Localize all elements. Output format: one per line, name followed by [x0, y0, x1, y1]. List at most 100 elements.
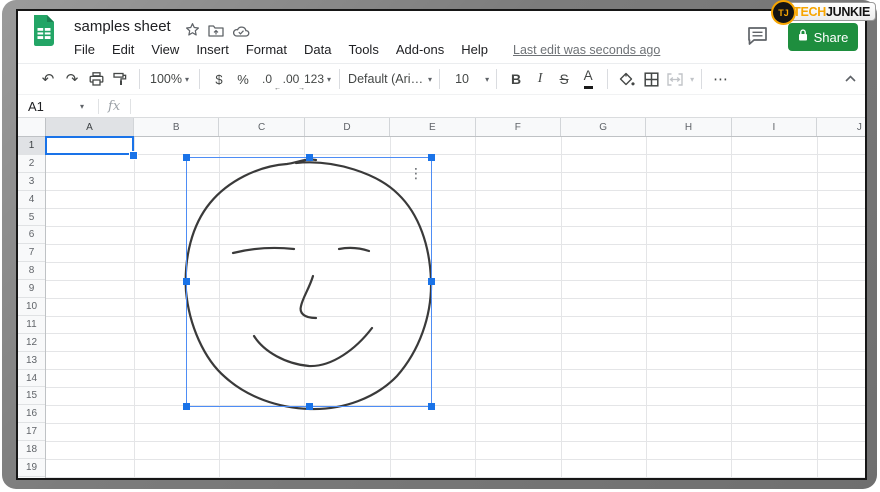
google-sheets-logo-icon — [32, 15, 56, 51]
print-button[interactable] — [85, 67, 107, 91]
resize-handle-nw[interactable] — [183, 154, 190, 161]
menu-item-edit[interactable]: Edit — [112, 42, 134, 57]
select-all-corner[interactable] — [18, 118, 46, 137]
resize-handle-n[interactable] — [306, 154, 313, 161]
resize-handle-ne[interactable] — [428, 154, 435, 161]
lock-icon — [798, 29, 808, 45]
document-title[interactable]: samples sheet — [74, 18, 171, 35]
paint-format-button[interactable] — [109, 67, 131, 91]
column-header-G[interactable]: G — [561, 118, 646, 136]
decrease-decimal-button[interactable]: .0← — [256, 67, 278, 91]
zoom-select[interactable]: 100%▾ — [148, 67, 191, 91]
drawing-selection-box[interactable] — [186, 157, 432, 407]
resize-handle-se[interactable] — [428, 403, 435, 410]
row-header-20[interactable]: 20 — [18, 477, 45, 478]
row-header-5[interactable]: 5 — [18, 209, 45, 227]
column-header-J[interactable]: J — [817, 118, 865, 136]
undo-button[interactable]: ↶ — [37, 67, 59, 91]
comment-history-icon[interactable] — [747, 26, 769, 51]
share-button-label: Share — [814, 30, 849, 45]
resize-handle-w[interactable] — [183, 278, 190, 285]
row-header-8[interactable]: 8 — [18, 262, 45, 280]
font-family-select[interactable]: Default (Ari… — [348, 67, 424, 91]
italic-button[interactable]: I — [529, 67, 551, 91]
menu-item-insert[interactable]: Insert — [196, 42, 229, 57]
fill-handle[interactable] — [129, 151, 138, 160]
column-headers: ABCDEFGHIJ — [46, 118, 865, 137]
techjunkie-badge: TECHJUNKIE — [783, 2, 876, 21]
row-header-19[interactable]: 19 — [18, 459, 45, 477]
column-header-E[interactable]: E — [390, 118, 475, 136]
redo-button[interactable]: ↷ — [61, 67, 83, 91]
row-header-1[interactable]: 1 — [18, 137, 45, 155]
chevron-down-icon: ▾ — [428, 75, 432, 84]
row-header-6[interactable]: 6 — [18, 226, 45, 244]
menu-item-format[interactable]: Format — [246, 42, 287, 57]
toolbar: ↶ ↷ 100%▾ $ % .0← .00→ 123▾ Default (Ari… — [18, 63, 865, 95]
fill-color-button[interactable] — [616, 67, 638, 91]
bold-button[interactable]: B — [505, 67, 527, 91]
brand-name-left: TECH — [793, 5, 826, 19]
fx-icon: fx — [108, 99, 120, 114]
row-header-16[interactable]: 16 — [18, 405, 45, 423]
merge-cells-button[interactable] — [664, 67, 686, 91]
app-window: samples sheet File Edit View Insert Form… — [16, 9, 867, 480]
menu-item-data[interactable]: Data — [304, 42, 331, 57]
column-header-F[interactable]: F — [476, 118, 561, 136]
share-button[interactable]: Share — [788, 23, 858, 51]
borders-button[interactable] — [640, 67, 662, 91]
column-header-C[interactable]: C — [219, 118, 304, 136]
column-header-A[interactable]: A — [46, 118, 134, 136]
more-toolbar-button[interactable]: ⋯ — [710, 67, 732, 91]
row-header-2[interactable]: 2 — [18, 155, 45, 173]
row-header-7[interactable]: 7 — [18, 244, 45, 262]
text-color-button[interactable]: A — [577, 67, 599, 91]
increase-decimal-button[interactable]: .00→ — [280, 67, 302, 91]
chevron-down-icon[interactable]: ▾ — [80, 102, 84, 111]
row-header-18[interactable]: 18 — [18, 441, 45, 459]
row-header-17[interactable]: 17 — [18, 423, 45, 441]
row-header-15[interactable]: 15 — [18, 387, 45, 405]
row-header-12[interactable]: 12 — [18, 334, 45, 352]
techjunkie-logo-icon: TJ — [771, 0, 796, 25]
strikethrough-button[interactable]: S — [553, 67, 575, 91]
chevron-down-icon: ▾ — [327, 75, 331, 84]
menubar: File Edit View Insert Format Data Tools … — [74, 42, 660, 57]
format-percent-button[interactable]: % — [232, 67, 254, 91]
row-header-9[interactable]: 9 — [18, 280, 45, 298]
column-header-H[interactable]: H — [646, 118, 731, 136]
row-header-11[interactable]: 11 — [18, 316, 45, 334]
format-currency-button[interactable]: $ — [208, 67, 230, 91]
name-box[interactable]: A1 — [28, 99, 80, 114]
last-edit-status[interactable]: Last edit was seconds ago — [513, 43, 660, 57]
more-formats-button[interactable]: 123▾ — [304, 67, 331, 91]
resize-handle-sw[interactable] — [183, 403, 190, 410]
menu-item-addons[interactable]: Add-ons — [396, 42, 444, 57]
move-to-folder-icon[interactable] — [208, 24, 224, 42]
star-icon[interactable] — [185, 22, 200, 42]
row-header-10[interactable]: 10 — [18, 298, 45, 316]
menu-item-view[interactable]: View — [151, 42, 179, 57]
column-header-B[interactable]: B — [134, 118, 219, 136]
row-header-14[interactable]: 14 — [18, 370, 45, 388]
brand-name-right: JUNKIE — [826, 5, 870, 19]
drawing-options-menu[interactable]: ⋮ — [408, 162, 424, 184]
row-header-13[interactable]: 13 — [18, 352, 45, 370]
chevron-down-icon: ▾ — [485, 75, 489, 84]
formula-bar: A1 ▾ fx — [18, 95, 865, 118]
column-header-D[interactable]: D — [305, 118, 390, 136]
row-header-4[interactable]: 4 — [18, 191, 45, 209]
column-header-I[interactable]: I — [732, 118, 817, 136]
row-headers: 1234567891011121314151617181920 — [18, 137, 46, 478]
hide-menus-button[interactable] — [844, 70, 857, 88]
menu-item-help[interactable]: Help — [461, 42, 488, 57]
resize-handle-s[interactable] — [306, 403, 313, 410]
resize-handle-e[interactable] — [428, 278, 435, 285]
cloud-saved-icon[interactable] — [233, 24, 250, 42]
menu-item-file[interactable]: File — [74, 42, 95, 57]
row-header-3[interactable]: 3 — [18, 173, 45, 191]
font-size-select[interactable]: 10 — [448, 67, 476, 91]
chevron-down-icon: ▾ — [185, 75, 189, 84]
chevron-down-icon: ▾ — [690, 75, 694, 84]
menu-item-tools[interactable]: Tools — [348, 42, 378, 57]
